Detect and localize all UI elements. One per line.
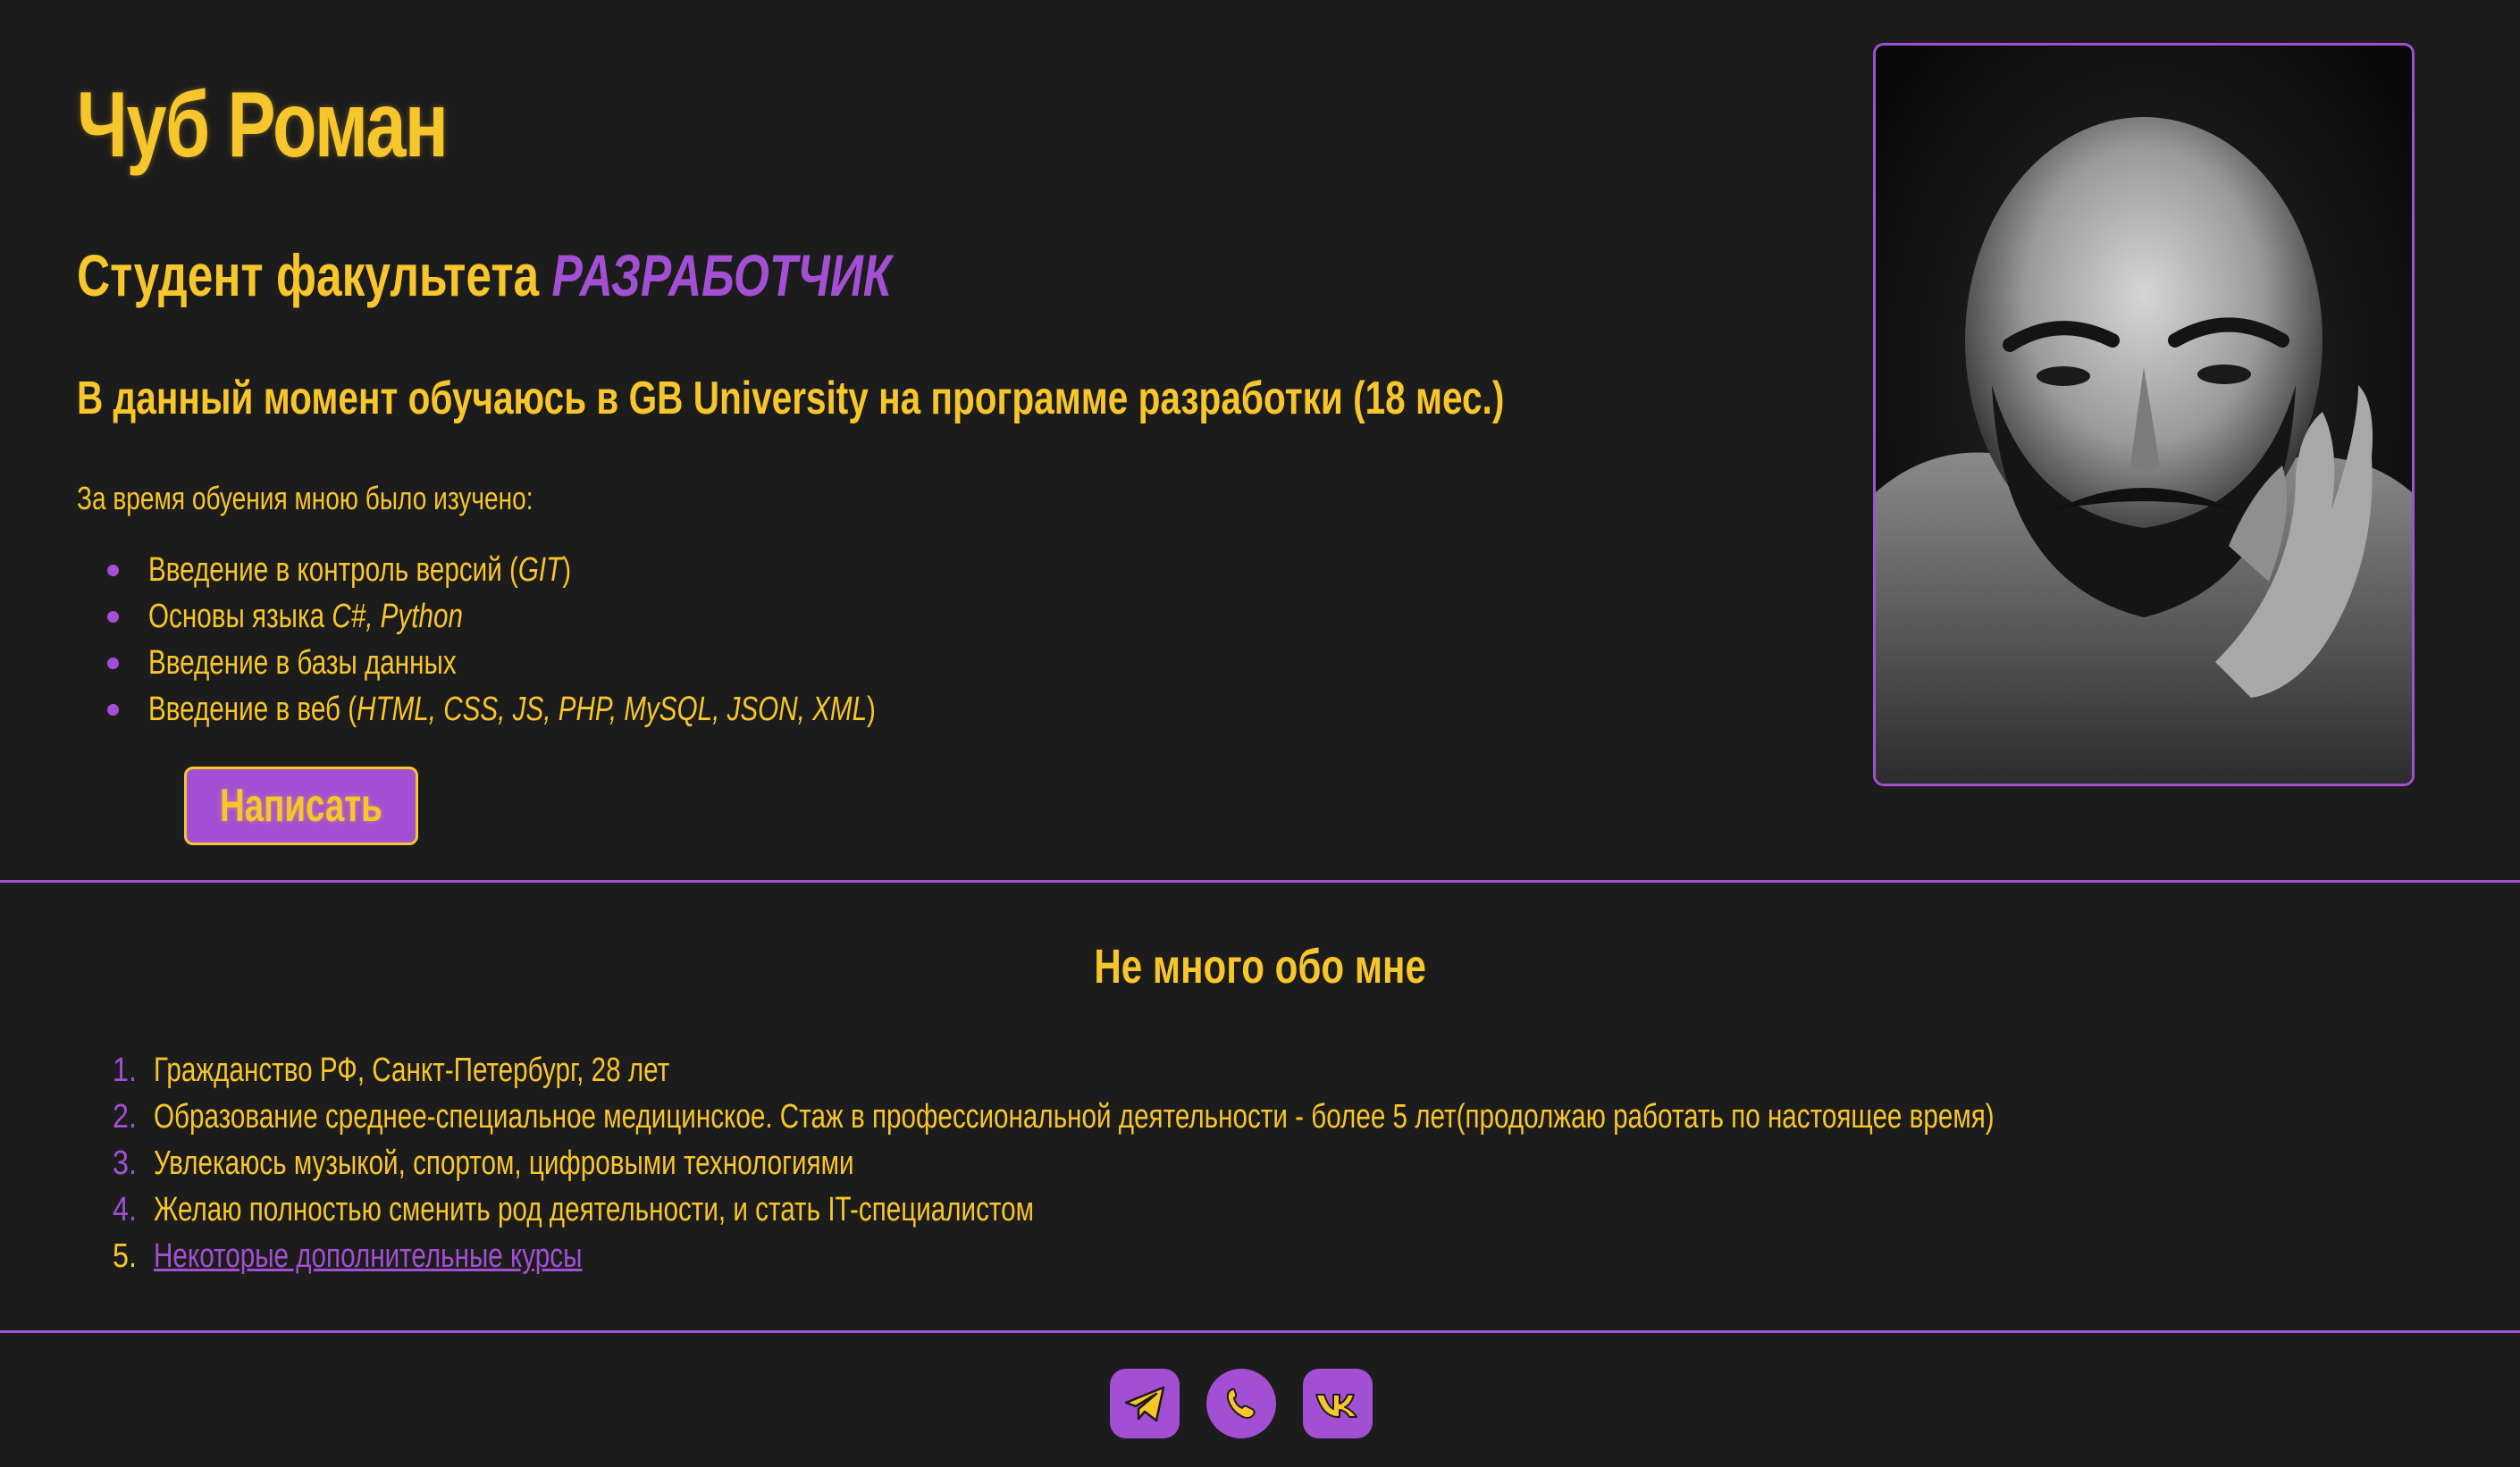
subtitle: Студент факультета РАЗРАБОТЧИК xyxy=(77,246,892,305)
subtitle-prefix: Студент факультета xyxy=(77,242,540,308)
list-number: 5. xyxy=(113,1237,137,1275)
courses-link[interactable]: Некоторые дополнительные курсы xyxy=(154,1233,582,1279)
bullet-icon xyxy=(107,658,119,669)
vk-link[interactable] xyxy=(1303,1369,1373,1438)
list-item-text: Введение в веб (HTML, CSS, JS, PHP, MySQ… xyxy=(148,691,876,728)
list-item-text: Увлекаюсь музыкой, спортом, цифровыми те… xyxy=(154,1144,854,1182)
bullet-icon xyxy=(107,565,119,576)
list-item-text: Желаю полностью сменить род деятельности… xyxy=(154,1191,1035,1228)
subtitle-role: РАЗРАБОТЧИК xyxy=(551,242,892,308)
divider xyxy=(0,880,2520,883)
vk-icon xyxy=(1315,1394,1357,1418)
list-item-text: Гражданство РФ, Санкт-Петербург, 28 лет xyxy=(154,1052,670,1089)
divider xyxy=(0,1330,2520,1333)
list-number: 1. xyxy=(113,1052,137,1089)
list-number: 3. xyxy=(113,1144,137,1182)
about-title: Не много обо мне xyxy=(1094,940,1426,993)
portrait-photo-icon xyxy=(1876,46,2412,784)
page-title: Чуб Роман xyxy=(77,73,449,177)
list-item-text: Образование среднее-специальное медицинс… xyxy=(154,1098,1995,1136)
viber-link[interactable] xyxy=(1206,1369,1276,1438)
telegram-icon xyxy=(1124,1386,1165,1422)
profile-photo xyxy=(1873,43,2415,786)
learned-title: За время обуения мною было изучено: xyxy=(77,480,533,516)
page: Чуб Роман Студент факультета РАЗРАБОТЧИК… xyxy=(0,0,2520,1467)
list-item-text: Введение в контроль версий (GIT) xyxy=(148,551,572,589)
list-number: 4. xyxy=(113,1191,137,1228)
write-button[interactable]: Написать xyxy=(184,767,418,845)
social-links xyxy=(1110,1369,1373,1438)
list-number: 2. xyxy=(113,1098,137,1136)
bullet-icon xyxy=(107,611,119,623)
telegram-link[interactable] xyxy=(1110,1369,1180,1438)
viber-icon xyxy=(1226,1387,1256,1419)
list-item-text: Основы языка C#, Python xyxy=(148,598,463,635)
list-item-text: Введение в базы данных xyxy=(148,644,457,682)
study-info: В данный момент обучаюсь в GB University… xyxy=(77,373,1505,424)
hero-section: Чуб Роман Студент факультета РАЗРАБОТЧИК… xyxy=(0,0,2520,881)
bullet-icon xyxy=(107,704,119,716)
